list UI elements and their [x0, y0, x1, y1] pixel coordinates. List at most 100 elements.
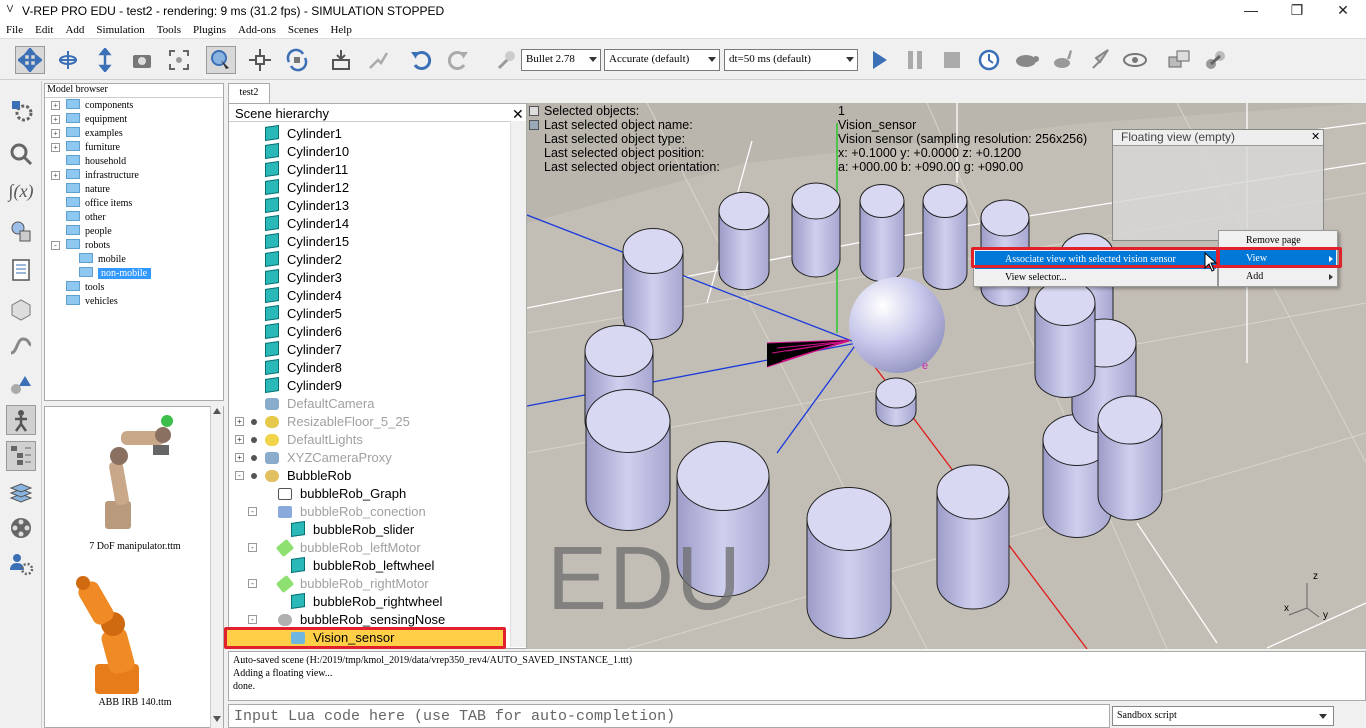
expand-icon[interactable]: + — [235, 417, 244, 426]
dynamics-toggle-icon[interactable] — [490, 46, 520, 74]
thumbnail-7dof-manipulator[interactable]: 7 DoF manipulator.ttm — [65, 411, 185, 552]
camera-shift-icon[interactable] — [90, 46, 120, 74]
model-folder-non-mobile[interactable]: non-mobile — [79, 267, 152, 281]
slow-down-icon[interactable] — [1011, 46, 1041, 74]
hierarchy-item-Cylinder8[interactable]: Cylinder8 — [265, 359, 342, 377]
menu-scenes[interactable]: Scenes — [282, 22, 325, 36]
hierarchy-item-Cylinder15[interactable]: Cylinder15 — [265, 233, 349, 251]
hierarchy-item-bubbleRob_conection[interactable]: bubbleRob_conection — [278, 503, 426, 521]
hierarchy-item-Cylinder13[interactable]: Cylinder13 — [265, 197, 349, 215]
hierarchy-item-Cylinder10[interactable]: Cylinder10 — [265, 143, 349, 161]
camera-pan-icon[interactable] — [15, 46, 45, 74]
hierarchy-item-Cylinder7[interactable]: Cylinder7 — [265, 341, 342, 359]
cylinder-object[interactable] — [806, 487, 892, 639]
stop-icon[interactable] — [937, 46, 967, 74]
fit-to-view-icon[interactable] — [164, 46, 194, 74]
model-folder-nature[interactable]: nature — [51, 183, 110, 197]
cylinder-object[interactable] — [1034, 280, 1096, 398]
cylinder-object[interactable] — [791, 182, 841, 278]
timestep-select[interactable]: dt=50 ms (default) — [724, 49, 858, 71]
camera-rotate-icon[interactable] — [53, 46, 83, 74]
hierarchy-item-Cylinder14[interactable]: Cylinder14 — [265, 215, 349, 233]
cylinder-object[interactable] — [585, 389, 671, 531]
model-folder-equipment[interactable]: + equipment — [51, 113, 127, 127]
hierarchy-item-Cylinder9[interactable]: Cylinder9 — [265, 377, 342, 395]
minimize-button[interactable]: — — [1228, 0, 1274, 22]
model-folder-vehicles[interactable]: vehicles — [51, 295, 118, 309]
model-folder-other[interactable]: other — [51, 211, 106, 225]
object-shift-icon[interactable] — [245, 46, 275, 74]
cylinder-object[interactable] — [718, 191, 770, 291]
scripts-icon[interactable] — [6, 255, 36, 285]
lua-command-input[interactable]: Input Lua code here (use TAB for auto-co… — [228, 704, 1110, 728]
cylinder-object[interactable] — [622, 228, 684, 340]
model-browser-toggle-icon[interactable] — [6, 405, 36, 435]
model-folder-people[interactable]: people — [51, 225, 112, 239]
hierarchy-item-bubbleRob_sensingNose[interactable]: bubbleRob_sensingNose — [278, 611, 445, 629]
transfer-dna-icon[interactable] — [363, 46, 393, 74]
hierarchy-item-XYZCameraProxy[interactable]: XYZCameraProxy — [265, 449, 392, 467]
hierarchy-item-bubbleRob_rightMotor[interactable]: bubbleRob_rightMotor — [275, 574, 429, 594]
model-folder-furniture[interactable]: + furniture — [51, 141, 120, 155]
hierarchy-item-bubbleRob_slider[interactable]: bubbleRob_slider — [291, 521, 414, 539]
close-window-button[interactable]: ✕ — [1320, 0, 1366, 22]
close-icon[interactable]: ✕ — [1311, 130, 1320, 143]
restore-button[interactable]: ❐ — [1274, 0, 1320, 22]
video-recorder-icon[interactable] — [6, 513, 36, 543]
model-folder-robots[interactable]: - robots — [51, 239, 110, 253]
model-folder-examples[interactable]: + examples — [51, 127, 123, 141]
model-folder-mobile[interactable]: mobile — [79, 253, 126, 267]
collections-icon[interactable] — [6, 216, 36, 246]
path-edit-icon[interactable] — [6, 331, 36, 361]
camera-angle-icon[interactable] — [127, 46, 157, 74]
hierarchy-item-Cylinder3[interactable]: Cylinder3 — [265, 269, 342, 287]
scroll-up-icon[interactable] — [213, 408, 221, 414]
cylinder-object[interactable] — [936, 464, 1010, 610]
click-select-icon[interactable] — [206, 46, 236, 74]
simulation-settings-icon[interactable] — [6, 95, 36, 125]
expand-icon[interactable]: + — [235, 435, 244, 444]
menu-simulation[interactable]: Simulation — [90, 22, 150, 36]
hierarchy-item-BubbleRob[interactable]: BubbleRob — [265, 467, 351, 485]
expand-icon[interactable]: + — [51, 101, 60, 110]
hierarchy-item-Cylinder11[interactable]: Cylinder11 — [265, 161, 348, 179]
expand-icon[interactable]: - — [248, 615, 257, 624]
expand-icon[interactable]: - — [248, 579, 257, 588]
hierarchy-item-Cylinder5[interactable]: Cylinder5 — [265, 305, 342, 323]
calculation-modules-icon[interactable] — [6, 139, 36, 169]
undo-icon[interactable] — [406, 46, 436, 74]
hierarchy-item-bubbleRob_leftwheel[interactable]: bubbleRob_leftwheel — [291, 557, 434, 575]
menu-item-add[interactable]: Add — [1220, 268, 1336, 286]
menu-item-view-selector[interactable]: View selector... — [975, 269, 1216, 287]
hierarchy-item-Cylinder12[interactable]: Cylinder12 — [265, 179, 349, 197]
physics-engine-select[interactable]: Bullet 2.78 — [521, 49, 601, 71]
hierarchy-scrollbar[interactable] — [510, 121, 526, 647]
scene-viewport[interactable]: e Selected objects: Last selected object … — [527, 103, 1366, 649]
robot-tools-icon[interactable] — [1201, 46, 1231, 74]
play-icon[interactable] — [864, 46, 894, 74]
user-settings-icon[interactable] — [6, 548, 36, 578]
hierarchy-item-bubbleRob_Graph[interactable]: bubbleRob_Graph — [278, 485, 406, 503]
thumbnails-scrollbar[interactable] — [210, 406, 223, 728]
expand-icon[interactable]: + — [51, 171, 60, 180]
thumbnail-abb-irb-140[interactable]: ABB IRB 140.ttm — [65, 569, 185, 708]
view-toggle-icon[interactable] — [529, 106, 539, 116]
expand-icon[interactable]: + — [235, 453, 244, 462]
scene-hierarchy-toggle-icon[interactable] — [6, 441, 36, 471]
pause-icon[interactable] — [900, 46, 930, 74]
tab-test2[interactable]: test2 — [228, 83, 270, 103]
menu-edit[interactable]: Edit — [29, 22, 59, 36]
hierarchy-item-DefaultLights[interactable]: DefaultLights — [265, 431, 363, 449]
assemble-icon[interactable] — [326, 46, 356, 74]
model-folder-household[interactable]: household — [51, 155, 126, 169]
hierarchy-item-Cylinder4[interactable]: Cylinder4 — [265, 287, 342, 305]
menu-help[interactable]: Help — [324, 22, 357, 36]
realtime-icon[interactable] — [974, 46, 1004, 74]
layers-icon[interactable] — [6, 479, 36, 509]
expand-icon[interactable]: - — [248, 543, 257, 552]
hierarchy-item-ResizableFloor_5_25[interactable]: ResizableFloor_5_25 — [265, 413, 410, 431]
scene-layers-icon[interactable] — [1165, 46, 1195, 74]
redo-icon[interactable] — [443, 46, 473, 74]
cylinder-object[interactable] — [875, 377, 917, 427]
scroll-down-icon[interactable] — [213, 716, 221, 722]
